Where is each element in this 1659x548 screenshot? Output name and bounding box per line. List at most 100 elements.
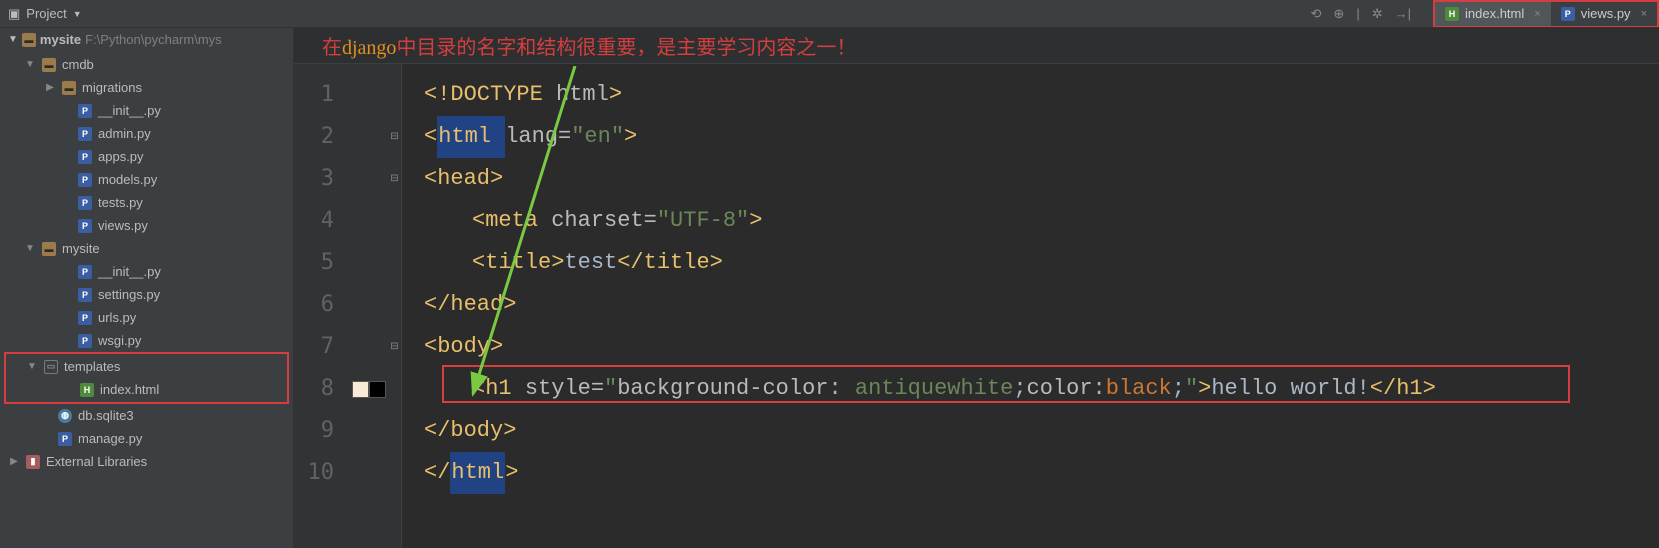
tree-highlight-annotation: ▼ ▭ templates H index.html [4, 352, 289, 404]
tree-label: admin.py [98, 126, 151, 141]
fold-icon[interactable]: ⊟ [388, 116, 401, 158]
python-file-icon: P [78, 311, 92, 325]
annotation-bar: 在django中目录的名字和结构很重要，是主要学习内容之一！ [294, 28, 1659, 64]
tree-label: templates [64, 359, 120, 374]
code-line-4: <meta charset="UTF-8"> [424, 200, 1659, 242]
python-file-icon: P [78, 150, 92, 164]
swatch-antiquewhite [352, 381, 369, 398]
tab-label: views.py [1581, 6, 1631, 21]
close-icon[interactable]: × [1534, 8, 1540, 20]
tree-label: db.sqlite3 [78, 408, 134, 423]
python-file-icon: P [78, 104, 92, 118]
annotation-text: 在django中目录的名字和结构很重要，是主要学习内容之一！ [322, 31, 856, 60]
tree-label: __init__.py [98, 103, 161, 118]
python-file-icon: P [58, 432, 72, 446]
database-icon: ◍ [58, 409, 72, 423]
tree-label: apps.py [98, 149, 144, 164]
editor-area: 在django中目录的名字和结构很重要，是主要学习内容之一！ 12 34 56 … [294, 28, 1659, 548]
gear-icon[interactable]: ✲ [1372, 6, 1383, 22]
tree-manage[interactable]: P manage.py [4, 427, 293, 450]
tab-views-py[interactable]: P views.py × [1551, 2, 1657, 26]
code-line-10: </html> [424, 452, 1659, 494]
chevron-down-icon: ▼ [24, 59, 36, 70]
tree-cmdb[interactable]: ▼ ▬ cmdb [4, 53, 293, 76]
folder-icon: ▬ [22, 33, 36, 47]
tree-label: index.html [100, 382, 159, 397]
line-number-gutter: 12 34 56 78 910 [294, 64, 350, 548]
chevron-down-icon: ▼ [26, 361, 38, 372]
tree-init2[interactable]: P __init__.py [4, 260, 293, 283]
tree-tests[interactable]: P tests.py [4, 191, 293, 214]
tree-apps[interactable]: P apps.py [4, 145, 293, 168]
fold-gutter: ⊟ ⊟ ⊟ [388, 64, 402, 548]
project-label-text: Project [26, 6, 66, 21]
tree-index-html[interactable]: H index.html [6, 378, 287, 401]
folder-icon: ▬ [42, 58, 56, 72]
tree-label: tests.py [98, 195, 143, 210]
chevron-down-icon: ▼ [73, 9, 82, 19]
tree-models[interactable]: P models.py [4, 168, 293, 191]
html-file-icon: H [1445, 7, 1459, 21]
tab-highlight-annotation: H index.html × P views.py × [1433, 0, 1659, 27]
project-tree: ▼ ▬ cmdb ▶ ▬ migrations P __init__.py P … [0, 53, 293, 473]
project-toolbar: ⟲ ⊕ | ✲ →| [1299, 6, 1418, 22]
python-file-icon: P [1561, 7, 1575, 21]
code-line-7: <body> [424, 326, 1659, 368]
chevron-down-icon: ▼ [8, 34, 18, 45]
folder-icon: ▭ [44, 360, 58, 374]
tree-ext-lib[interactable]: ▶ ▮ External Libraries [4, 450, 293, 473]
tab-index-html[interactable]: H index.html × [1435, 2, 1551, 26]
tree-init[interactable]: P __init__.py [4, 99, 293, 122]
color-swatch-row[interactable] [350, 368, 388, 410]
tree-mysite-pkg[interactable]: ▼ ▬ mysite [4, 237, 293, 260]
project-sidebar: ▼ ▬ mysite F:\Python\pycharm\mys ▼ ▬ cmd… [0, 28, 294, 548]
swatch-black [369, 381, 386, 398]
breadcrumb[interactable]: ▼ ▬ mysite F:\Python\pycharm\mys [0, 28, 293, 53]
tab-label: index.html [1465, 6, 1524, 21]
editor-tabs: H index.html × P views.py × [1433, 0, 1659, 28]
tree-db[interactable]: ◍ db.sqlite3 [4, 404, 293, 427]
tree-label: wsgi.py [98, 333, 141, 348]
code-line-6: </head> [424, 284, 1659, 326]
tree-views[interactable]: P views.py [4, 214, 293, 237]
tree-urls[interactable]: P urls.py [4, 306, 293, 329]
chevron-right-icon: ▶ [44, 82, 56, 93]
app-root: ▣ Project ▼ ⟲ ⊕ | ✲ →| H index.html × P … [0, 0, 1659, 548]
tree-label: views.py [98, 218, 148, 233]
python-file-icon: P [78, 334, 92, 348]
code-content[interactable]: <!DOCTYPE html> <html lang="en"> <head> … [402, 64, 1659, 548]
python-file-icon: P [78, 219, 92, 233]
breadcrumb-name: mysite [40, 32, 81, 47]
tree-label: models.py [98, 172, 157, 187]
code-line-2: <html lang="en"> [424, 116, 1659, 158]
tree-label: cmdb [62, 57, 94, 72]
project-dropdown[interactable]: ▣ Project ▼ [0, 6, 90, 22]
sync-icon[interactable]: ⟲ [1311, 6, 1322, 22]
tree-label: migrations [82, 80, 142, 95]
body-row: ▼ ▬ mysite F:\Python\pycharm\mys ▼ ▬ cmd… [0, 28, 1659, 548]
tree-label: manage.py [78, 431, 142, 446]
tree-settings[interactable]: P settings.py [4, 283, 293, 306]
chevron-down-icon: ▼ [24, 243, 36, 254]
collapse-icon[interactable]: →| [1395, 6, 1411, 22]
fold-icon[interactable]: ⊟ [388, 158, 401, 200]
folder-icon: ▬ [42, 242, 56, 256]
target-icon[interactable]: ⊕ [1333, 6, 1344, 22]
close-icon[interactable]: × [1641, 8, 1647, 20]
python-file-icon: P [78, 127, 92, 141]
folder-icon: ▬ [62, 81, 76, 95]
code-line-3: <head> [424, 158, 1659, 200]
tree-label: __init__.py [98, 264, 161, 279]
color-swatch-gutter [350, 64, 388, 548]
tree-migrations[interactable]: ▶ ▬ migrations [4, 76, 293, 99]
python-file-icon: P [78, 173, 92, 187]
code-line-5: <title>test</title> [424, 242, 1659, 284]
top-bar: ▣ Project ▼ ⟲ ⊕ | ✲ →| H index.html × P … [0, 0, 1659, 28]
tree-wsgi[interactable]: P wsgi.py [4, 329, 293, 352]
python-file-icon: P [78, 288, 92, 302]
tree-templates[interactable]: ▼ ▭ templates [6, 355, 287, 378]
fold-icon[interactable]: ⊟ [388, 326, 401, 368]
editor-body[interactable]: 12 34 56 78 910 ⊟ ⊟ ⊟ [294, 64, 1659, 548]
tree-admin[interactable]: P admin.py [4, 122, 293, 145]
code-line-1: <!DOCTYPE html> [424, 74, 1659, 116]
